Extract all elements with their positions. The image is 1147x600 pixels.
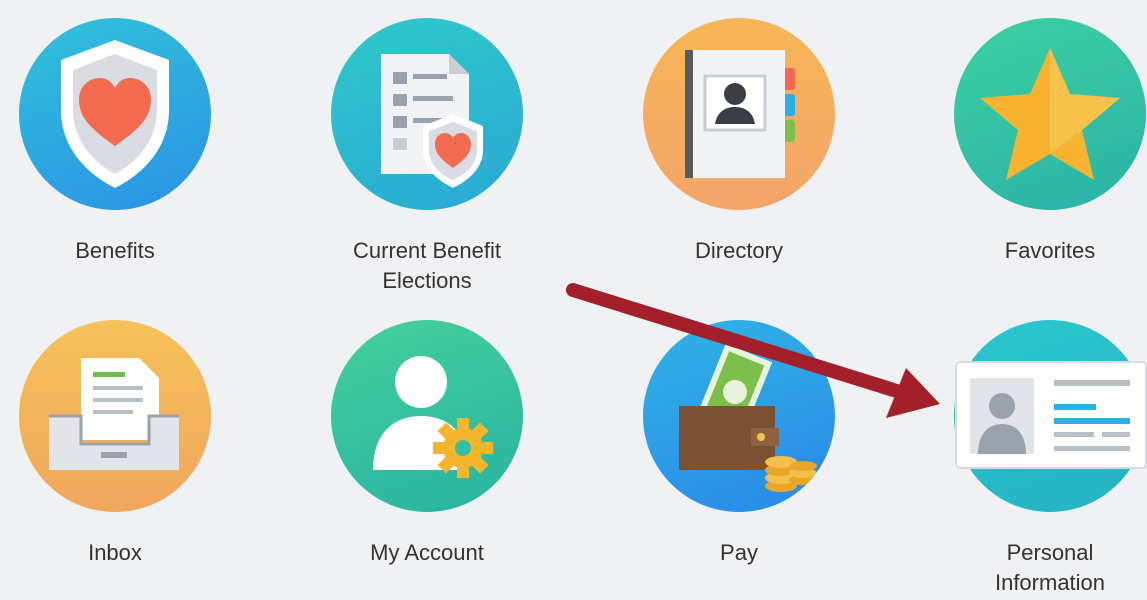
directory-circle[interactable] [643,18,835,210]
app-tile-directory[interactable]: Directory [619,18,859,278]
app-tile-personal-information[interactable]: Personal Information [930,320,1147,600]
id-card-icon [955,361,1147,469]
app-tile-favorites[interactable]: Favorites [930,18,1147,278]
app-label: Benefits [75,238,155,263]
wallet-money-icon [679,343,817,492]
shield-heart-icon [61,40,169,188]
app-tile-benefits[interactable]: Benefits [0,18,235,278]
app-label: Personal Information [994,540,1106,595]
app-label: Current Benefit Elections [353,238,501,293]
app-tile-inbox[interactable]: Inbox [0,320,235,580]
app-label: Pay [720,540,758,565]
pay-circle[interactable] [643,320,835,512]
app-tile-my-account[interactable]: My Account [307,320,547,580]
user-gear-icon [373,356,493,478]
app-tile-current-benefit-elections[interactable]: Current Benefit Elections [307,18,547,308]
star-icon [980,48,1120,180]
my-account-circle[interactable] [331,320,523,512]
app-tile-pay[interactable]: Pay [619,320,859,580]
address-book-icon [685,50,795,178]
app-label: Inbox [88,540,142,565]
benefits-circle[interactable] [19,18,211,210]
favorites-circle[interactable] [954,18,1146,210]
app-label: My Account [370,540,484,565]
app-label: Directory [694,238,783,263]
current-benefit-elections-circle[interactable] [331,18,523,210]
inbox-tray-icon [49,358,179,470]
checklist-shield-icon [381,54,483,188]
inbox-circle[interactable] [19,320,211,512]
app-label: Favorites [1004,238,1096,263]
